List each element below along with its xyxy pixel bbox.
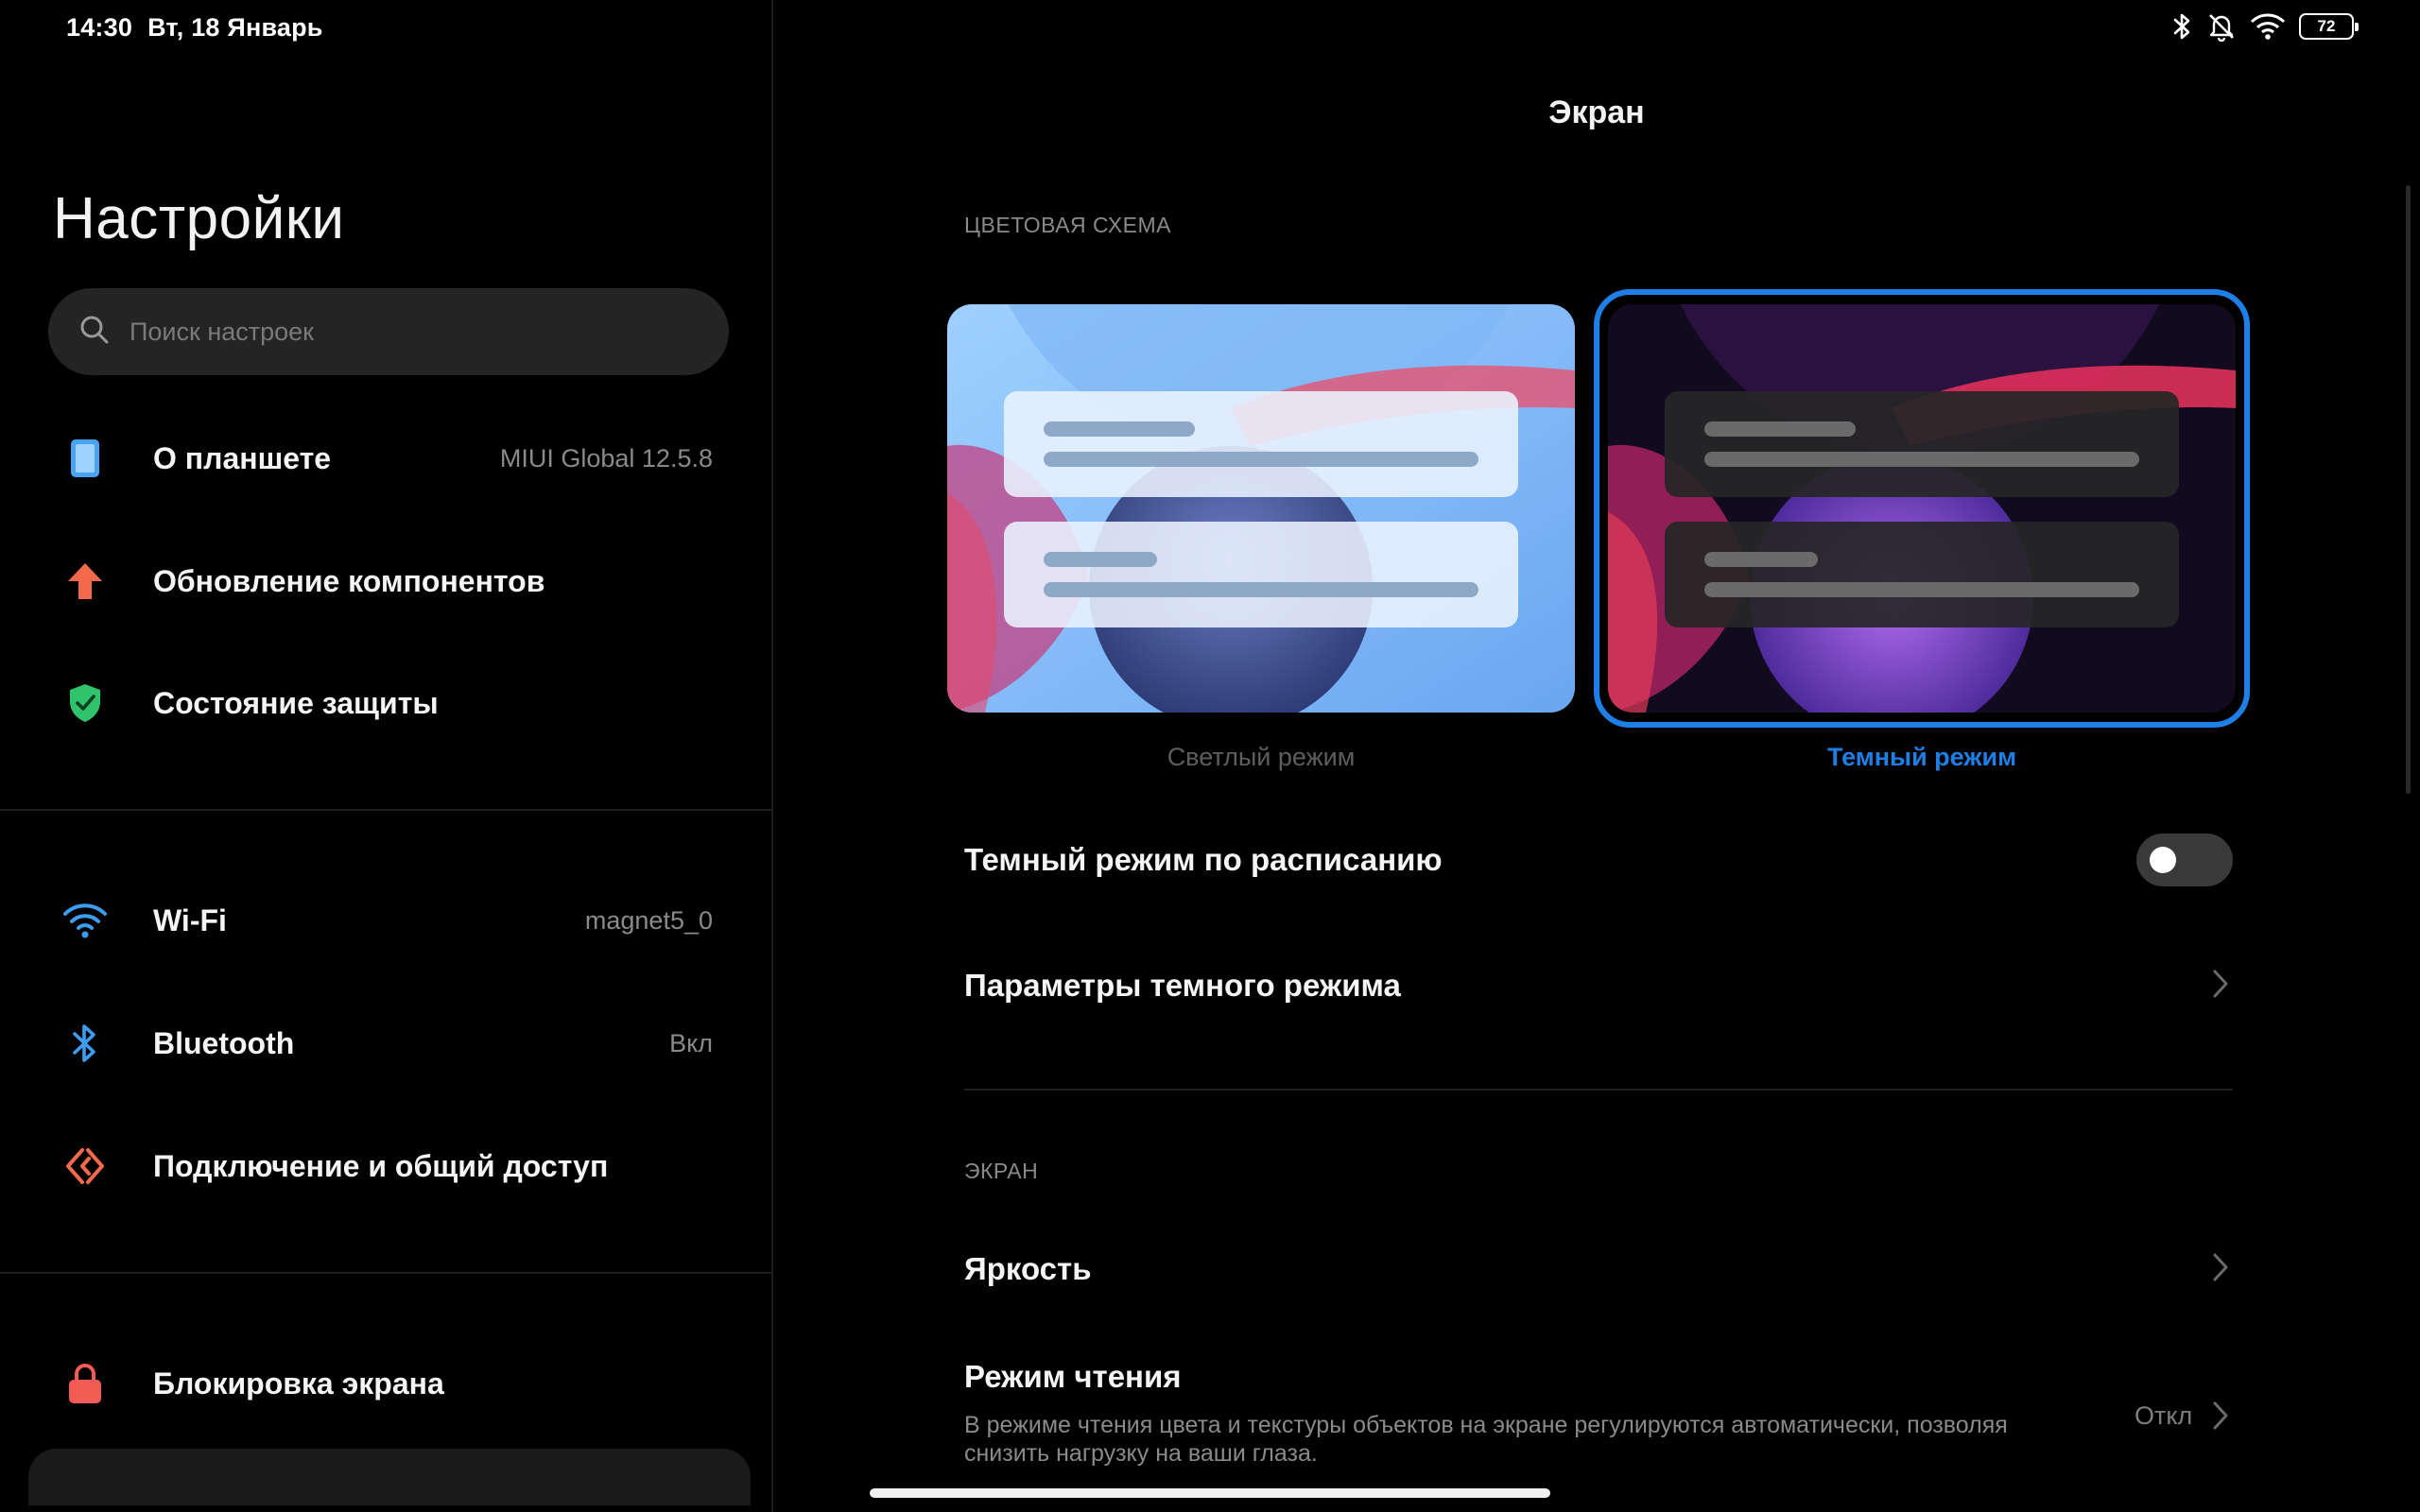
- dark-theme-preview: [1608, 304, 2236, 713]
- scrollbar[interactable]: [2406, 185, 2411, 794]
- bluetooth-icon: [62, 1021, 108, 1066]
- reading-mode-row[interactable]: Режим чтения: [964, 1359, 2233, 1430]
- sidebar-divider: [0, 809, 773, 811]
- shield-check-icon: [62, 680, 108, 726]
- lock-icon: [62, 1361, 108, 1406]
- sidebar-item-connection-sharing[interactable]: Подключение и общий доступ: [0, 1109, 773, 1223]
- battery-icon: 72: [2299, 13, 2359, 40]
- dark-params-row[interactable]: Параметры темного режима: [964, 957, 2233, 1014]
- sidebar-item-label: Wi-Fi: [153, 902, 227, 937]
- search-bar[interactable]: [48, 288, 729, 375]
- sidebar-item-label: Подключение и общий доступ: [153, 1148, 609, 1183]
- home-gesture-bar[interactable]: [870, 1488, 1550, 1498]
- wifi-icon: [2250, 12, 2286, 41]
- search-input[interactable]: [130, 317, 697, 347]
- search-icon: [78, 314, 111, 351]
- brightness-row[interactable]: Яркость: [964, 1241, 2233, 1297]
- section-divider: [964, 1089, 2233, 1091]
- dark-params-label: Параметры темного режима: [964, 968, 1401, 1003]
- sidebar-item-screen-lock[interactable]: Блокировка экрана: [0, 1327, 773, 1440]
- sidebar-item-label: Обновление компонентов: [153, 563, 545, 598]
- brightness-label: Яркость: [964, 1251, 1092, 1286]
- mute-bell-icon: [2206, 11, 2237, 42]
- bluetooth-icon: [2172, 11, 2193, 42]
- sidebar-item-component-updates[interactable]: Обновление компонентов: [0, 524, 773, 638]
- theme-card-light[interactable]: [947, 304, 1575, 713]
- tablet-icon: [62, 436, 108, 481]
- sidebar-item-value: MIUI Global 12.5.8: [499, 443, 713, 472]
- section-header-color-scheme: ЦВЕТОВАЯ СХЕМА: [964, 213, 1172, 237]
- sidebar-item-label: О планшете: [153, 440, 332, 475]
- page-title: Настройки: [53, 186, 345, 251]
- dark-schedule-label: Темный режим по расписанию: [964, 842, 1443, 877]
- dark-schedule-row[interactable]: Темный режим по расписанию: [964, 832, 2233, 888]
- dark-schedule-toggle[interactable]: [2136, 833, 2233, 886]
- reading-mode-value: Откл: [2135, 1401, 2193, 1430]
- sidebar-item-label: Bluetooth: [153, 1025, 295, 1060]
- chevron-right-icon: [2212, 1400, 2229, 1435]
- theme-card-dark[interactable]: [1608, 304, 2236, 713]
- sidebar-item-label: Блокировка экрана: [153, 1366, 444, 1400]
- sidebar-item-about-tablet[interactable]: О планшете MIUI Global 12.5.8: [0, 402, 773, 515]
- theme-label-light[interactable]: Светлый режим: [947, 743, 1575, 772]
- section-header-screen: ЭКРАН: [964, 1159, 1039, 1183]
- sidebar-next-item-peek: [28, 1449, 751, 1505]
- sidebar-item-wifi[interactable]: Wi-Fi magnet5_0: [0, 864, 773, 977]
- light-theme-preview: [947, 304, 1575, 713]
- sidebar-item-label: Состояние защиты: [153, 685, 439, 720]
- status-bar-right: 72: [2172, 11, 2359, 42]
- theme-label-dark[interactable]: Темный режим: [1608, 743, 2236, 772]
- chevron-right-icon: [2212, 1252, 2229, 1287]
- sidebar-item-value: magnet5_0: [584, 905, 713, 935]
- reading-mode-description-line2: снизить нагрузку на ваши глаза.: [964, 1440, 1318, 1467]
- sidebar-item-security-status[interactable]: Состояние защиты: [0, 646, 773, 760]
- sidebar-item-bluetooth[interactable]: Bluetooth Вкл: [0, 987, 773, 1100]
- connection-share-icon: [62, 1143, 108, 1189]
- reading-mode-description-line1: В режиме чтения цвета и текстуры объекто…: [964, 1412, 2008, 1438]
- detail-page-title: Экран: [1548, 94, 1645, 130]
- settings-sidebar: Настройки О планшете MIUI Global 12.5.8 …: [0, 0, 773, 1512]
- toggle-knob: [2150, 847, 2176, 873]
- sidebar-item-value: Вкл: [669, 1028, 713, 1057]
- wifi-icon: [62, 898, 108, 943]
- update-arrow-icon: [62, 558, 108, 604]
- sidebar-divider: [0, 1272, 773, 1274]
- chevron-right-icon: [2212, 969, 2229, 1004]
- reading-mode-label: Режим чтения: [964, 1359, 1182, 1394]
